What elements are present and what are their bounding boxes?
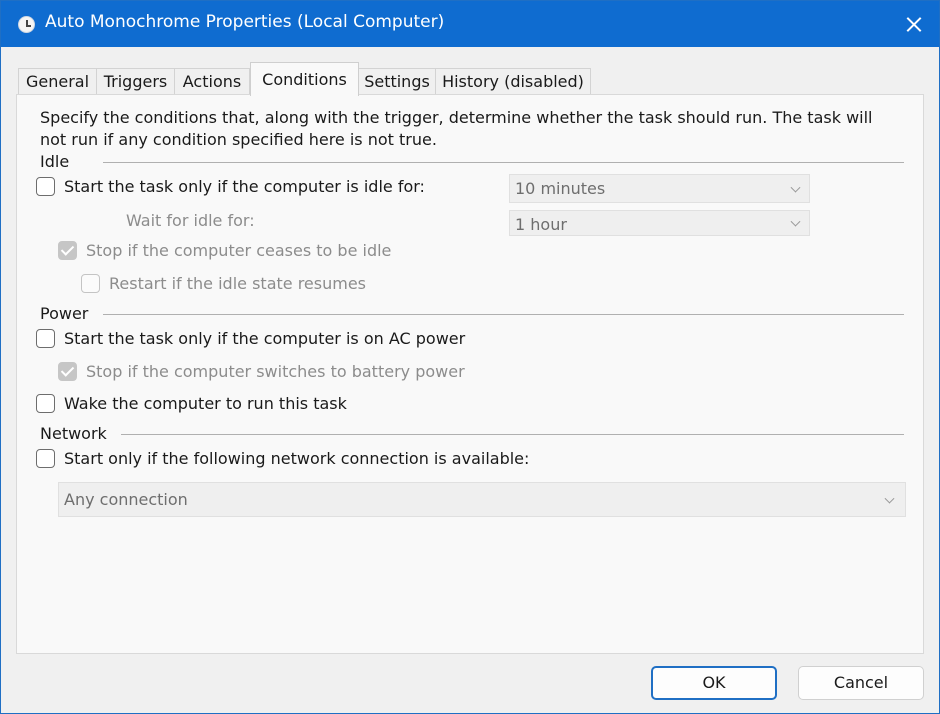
network-checkbox[interactable] bbox=[36, 449, 55, 468]
restart-if-resumes-checkbox[interactable] bbox=[81, 274, 100, 293]
tab-general[interactable]: General bbox=[18, 68, 97, 95]
idle-group-label: Idle bbox=[40, 152, 70, 171]
conditions-description: Specify the conditions that, along with … bbox=[40, 108, 873, 149]
wait-for-idle-select[interactable]: 1 hour bbox=[509, 210, 810, 236]
ac-power-label: Start the task only if the computer is o… bbox=[64, 329, 466, 348]
start-if-idle-label: Start the task only if the computer is i… bbox=[64, 177, 425, 196]
network-connection-select[interactable]: Any connection bbox=[58, 482, 906, 517]
restart-if-resumes-label: Restart if the idle state resumes bbox=[109, 274, 367, 293]
idle-duration-select[interactable]: 10 minutes bbox=[509, 174, 810, 203]
stop-if-ceases-checkbox[interactable] bbox=[58, 241, 77, 260]
ac-power-checkbox[interactable] bbox=[36, 329, 55, 348]
network-connection-value: Any connection bbox=[64, 490, 188, 509]
cancel-button[interactable]: Cancel bbox=[798, 666, 924, 700]
task-properties-window: Auto Monochrome Properties (Local Comput… bbox=[0, 0, 940, 714]
battery-checkbox[interactable] bbox=[58, 362, 77, 381]
power-group-label: Power bbox=[40, 304, 89, 323]
clock-icon bbox=[18, 16, 35, 33]
chevron-down-icon bbox=[790, 216, 801, 227]
wait-for-idle-value: 1 hour bbox=[515, 215, 567, 234]
wake-label: Wake the computer to run this task bbox=[64, 394, 347, 413]
tab-triggers[interactable]: Triggers bbox=[96, 68, 175, 95]
network-label: Start only if the following network conn… bbox=[64, 449, 530, 468]
stop-if-ceases-label: Stop if the computer ceases to be idle bbox=[86, 241, 392, 260]
tab-history[interactable]: History (disabled) bbox=[435, 68, 591, 95]
close-button[interactable] bbox=[889, 1, 939, 47]
start-if-idle-checkbox[interactable] bbox=[36, 177, 55, 196]
ok-button[interactable]: OK bbox=[651, 666, 777, 700]
battery-label: Stop if the computer switches to battery… bbox=[86, 362, 465, 381]
tab-settings[interactable]: Settings bbox=[358, 68, 436, 95]
wake-checkbox[interactable] bbox=[36, 394, 55, 413]
chevron-down-icon bbox=[790, 182, 801, 193]
wait-for-idle-label: Wait for idle for: bbox=[126, 211, 255, 230]
idle-divider bbox=[103, 162, 904, 163]
window-title: Auto Monochrome Properties (Local Comput… bbox=[45, 12, 445, 32]
network-group-label: Network bbox=[40, 424, 107, 443]
power-divider bbox=[103, 314, 904, 315]
idle-duration-value: 10 minutes bbox=[515, 179, 606, 198]
network-divider bbox=[121, 434, 904, 435]
tab-actions[interactable]: Actions bbox=[174, 68, 250, 95]
chevron-down-icon bbox=[884, 493, 895, 504]
tab-conditions[interactable]: Conditions bbox=[250, 62, 359, 96]
title-bar: Auto Monochrome Properties (Local Comput… bbox=[1, 1, 939, 47]
